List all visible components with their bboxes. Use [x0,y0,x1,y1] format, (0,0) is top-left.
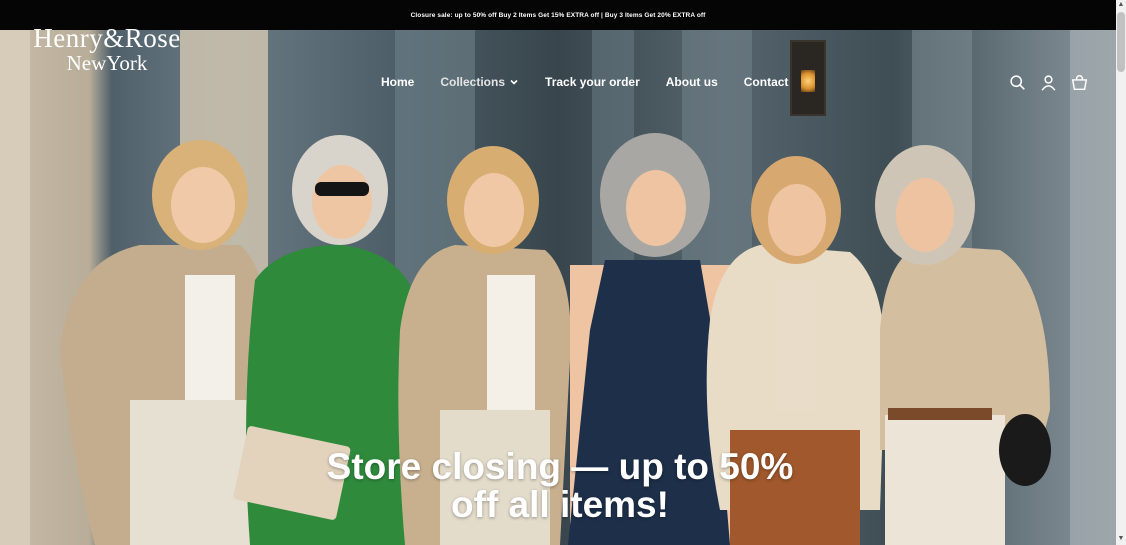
nav-collections[interactable]: Collections [440,75,519,89]
main-nav: Home Collections Track your order About … [381,75,788,89]
nav-about-us-label: About us [665,75,718,89]
nav-home-label: Home [381,75,415,89]
page-scrollbar[interactable]: ▲ ▼ [1116,0,1126,545]
scroll-up-arrow-icon[interactable]: ▲ [1117,1,1125,9]
scroll-down-arrow-icon[interactable]: ▼ [1117,535,1125,543]
nav-contact[interactable]: Contact [744,75,789,89]
hero-headline: Store closing — up to 50% off all items! [326,446,794,525]
logo-line-1: Henry&Rose [33,23,181,53]
header-icons [1009,74,1088,91]
chevron-down-icon [510,79,518,85]
nav-track-order-label: Track your order [545,75,640,89]
scrollbar-thumb[interactable] [1117,12,1125,72]
logo-line-2: NewYork [66,51,148,75]
account-icon[interactable] [1040,74,1057,91]
nav-track-order[interactable]: Track your order [545,75,640,89]
person-6 [875,145,1051,545]
brand-logo[interactable]: Henry&Rose NewYork [32,24,182,74]
announcement-text: Closure sale: up to 50% off Buy 2 Items … [410,11,706,19]
cart-icon[interactable] [1071,74,1088,91]
nav-about-us[interactable]: About us [666,75,718,89]
nav-contact-label: Contact [743,75,789,89]
nav-collections-label: Collections [440,75,506,89]
hero-banner: Store closing — up to 50% off all items! [0,30,1116,545]
nav-home[interactable]: Home [381,75,414,89]
search-icon[interactable] [1009,74,1026,91]
